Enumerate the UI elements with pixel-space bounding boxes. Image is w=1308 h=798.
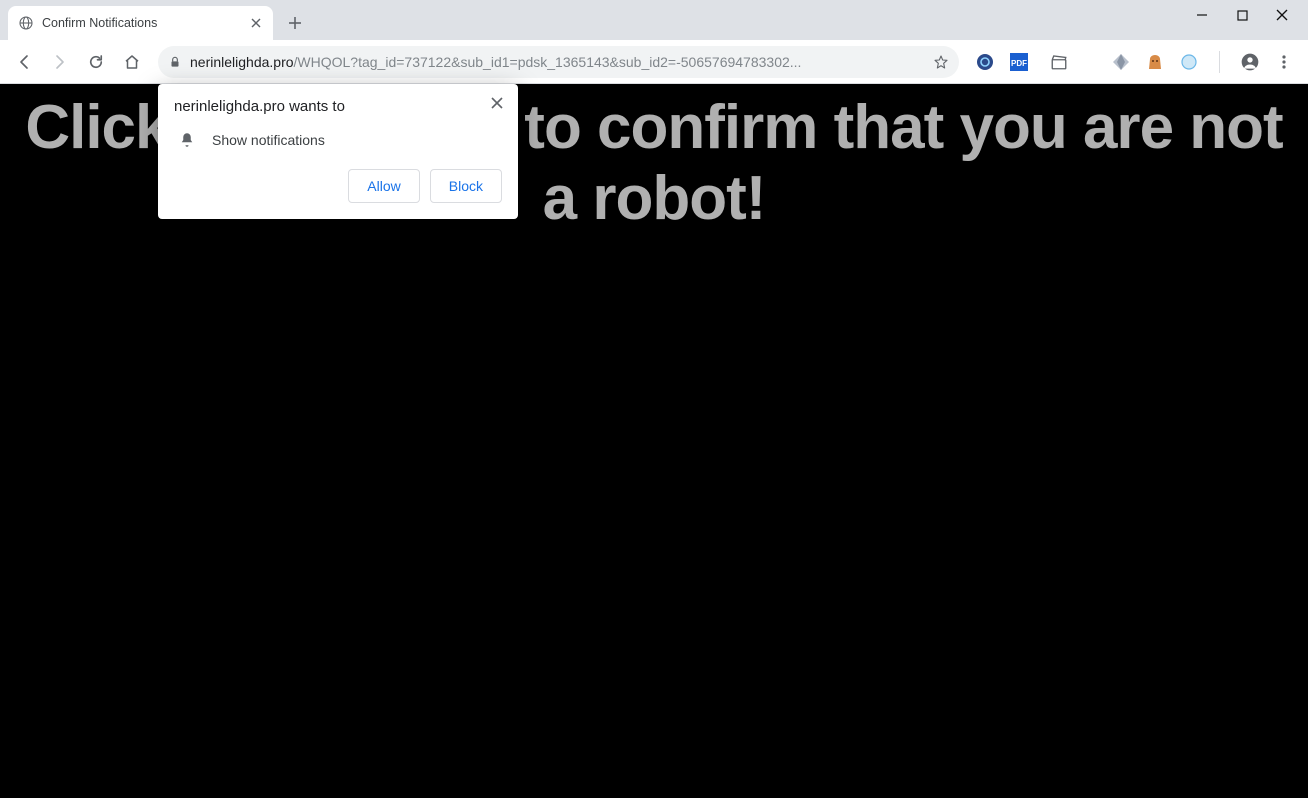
browser-toolbar: nerinlelighda.pro/WHQOL?tag_id=737122&su… <box>0 40 1308 84</box>
close-tab-button[interactable] <box>249 16 263 30</box>
extension-circle-blue-icon[interactable] <box>975 52 995 72</box>
minimize-button[interactable] <box>1194 7 1210 23</box>
home-button[interactable] <box>116 46 148 78</box>
forward-button[interactable] <box>44 46 76 78</box>
permission-capability-text: Show notifications <box>212 132 325 148</box>
bell-icon <box>178 131 196 149</box>
permission-origin-text: nerinlelighda.pro wants to <box>174 98 502 115</box>
address-bar[interactable]: nerinlelighda.pro/WHQOL?tag_id=737122&su… <box>158 46 959 78</box>
extension-bag-icon[interactable] <box>1145 52 1165 72</box>
tab-title: Confirm Notifications <box>42 16 241 30</box>
extension-bubble-icon[interactable] <box>1179 52 1199 72</box>
extension-diamond-icon[interactable] <box>1111 52 1131 72</box>
url-text: nerinlelighda.pro/WHQOL?tag_id=737122&su… <box>190 54 925 70</box>
profile-avatar-icon[interactable] <box>1240 52 1260 72</box>
extensions-row: PDF <box>969 51 1300 73</box>
toolbar-divider <box>1219 51 1220 73</box>
new-tab-button[interactable] <box>281 9 309 37</box>
bookmark-star-icon[interactable] <box>933 54 949 70</box>
extension-clapper-icon[interactable] <box>1049 52 1069 72</box>
maximize-button[interactable] <box>1234 7 1250 23</box>
svg-text:PDF: PDF <box>1011 59 1027 68</box>
reload-button[interactable] <box>80 46 112 78</box>
back-button[interactable] <box>8 46 40 78</box>
notification-permission-prompt: nerinlelighda.pro wants to Show notifica… <box>158 84 518 219</box>
close-icon[interactable] <box>488 94 506 112</box>
block-button[interactable]: Block <box>430 169 502 203</box>
extension-pdf-icon[interactable]: PDF <box>1009 52 1029 72</box>
menu-button[interactable] <box>1274 52 1294 72</box>
lock-icon <box>168 55 182 69</box>
globe-icon <box>18 15 34 31</box>
allow-button[interactable]: Allow <box>348 169 419 203</box>
close-window-button[interactable] <box>1274 7 1290 23</box>
tab-strip: Confirm Notifications <box>0 0 1308 40</box>
tab-active[interactable]: Confirm Notifications <box>8 6 273 40</box>
